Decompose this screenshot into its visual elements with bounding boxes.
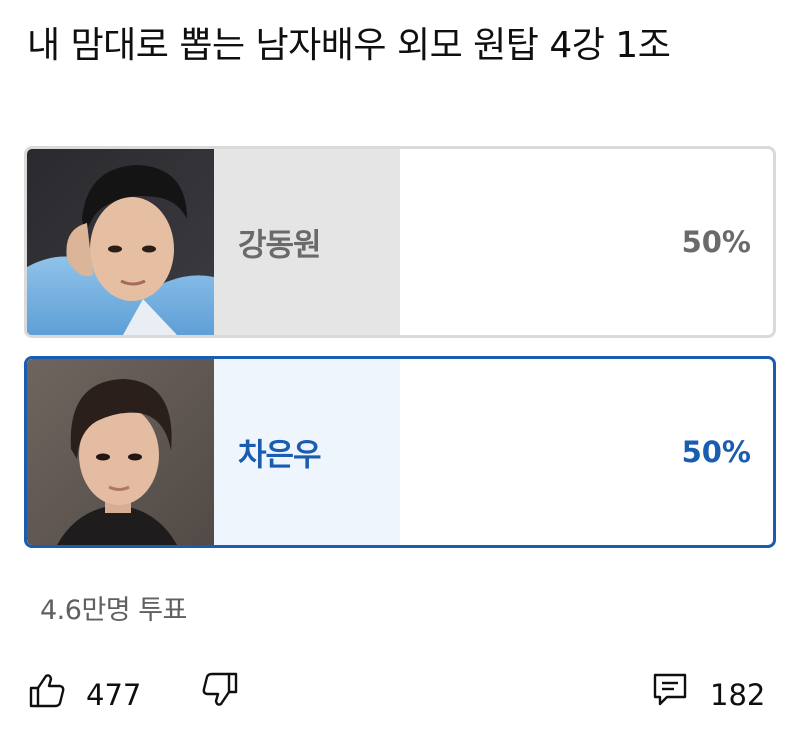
poll-option-2[interactable]: 차은우 50% — [24, 356, 776, 548]
option-percent: 50% — [681, 225, 751, 259]
option-label: 차은우 — [238, 437, 322, 474]
action-bar: 477 182 — [0, 668, 800, 724]
candidate-photo — [27, 149, 214, 335]
comment-count: 182 — [710, 678, 766, 712]
thumbs-up-icon[interactable] — [27, 670, 67, 710]
option-label: 강동원 — [238, 227, 322, 264]
post-title: 내 맘대로 뽑는 남자배우 외모 원탑 4강 1조 — [27, 25, 671, 66]
option-percent: 50% — [681, 435, 751, 469]
like-count: 477 — [86, 678, 142, 712]
candidate-photo — [27, 359, 214, 545]
comment-icon[interactable] — [650, 670, 690, 710]
thumbs-down-icon[interactable] — [200, 670, 240, 710]
poll-option-1[interactable]: 강동원 50% — [24, 146, 776, 338]
vote-count: 4.6만명 투표 — [40, 595, 187, 626]
